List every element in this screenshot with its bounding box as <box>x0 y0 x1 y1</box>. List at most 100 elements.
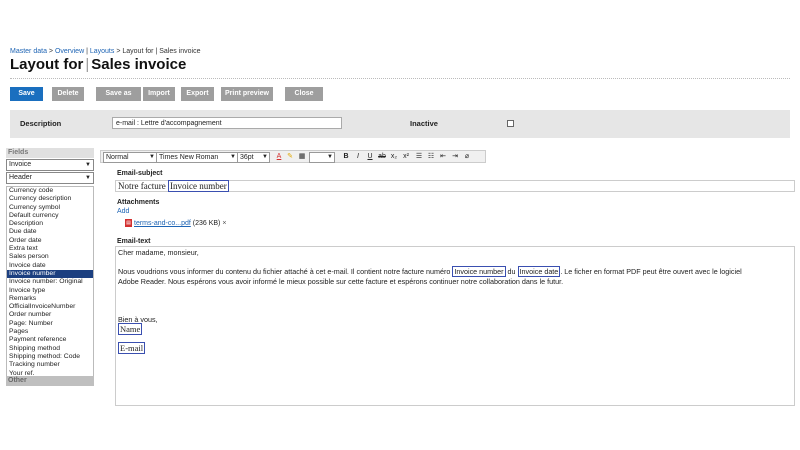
print-preview-button[interactable]: Print preview <box>221 87 273 101</box>
field-list-item[interactable]: Order date <box>7 237 93 245</box>
import-button[interactable]: Import <box>143 87 175 101</box>
field-list-item[interactable]: Invoice type <box>7 287 93 295</box>
breadcrumb-layouts[interactable]: Layouts <box>90 48 115 55</box>
underline-icon[interactable]: U <box>365 152 375 161</box>
numbered-list-icon[interactable]: ☷ <box>426 152 436 161</box>
placeholder-name[interactable]: Name <box>118 323 143 335</box>
export-button[interactable]: Export <box>181 87 214 101</box>
greeting-line: Cher madame, monsieur, <box>118 248 199 257</box>
save-button[interactable]: Save <box>10 87 43 101</box>
chevron-down-icon: ▼ <box>85 175 91 181</box>
field-list-item[interactable]: OfficialInvoiceNumber <box>7 303 93 311</box>
close-button[interactable]: Close <box>285 87 323 101</box>
bulleted-list-icon[interactable]: ☰ <box>414 152 424 161</box>
paragraph-text-a: Nous voudrions vous informer du contenu … <box>118 267 451 276</box>
description-bar: Description e-mail : Lettre d'accompagne… <box>10 110 790 138</box>
clear-format-icon[interactable]: ⌀ <box>462 152 472 161</box>
paragraph-text-b: du <box>507 267 516 276</box>
field-list-item[interactable]: Extra text <box>7 245 93 253</box>
breadcrumb-master-data[interactable]: Master data <box>10 48 47 55</box>
chevron-down-icon: ▼ <box>262 154 268 160</box>
font-select[interactable]: Times New Roman ▼ <box>156 152 238 163</box>
attachment-size: (236 KB) <box>192 219 221 227</box>
breadcrumb: Master data > Overview | Layouts > Layou… <box>10 48 201 55</box>
fields-list: Currency code Currency description Currenc… <box>6 186 94 379</box>
outdent-icon[interactable]: ⇤ <box>438 152 448 161</box>
table-icon[interactable]: ▦ <box>297 152 307 161</box>
font-select-value: Times New Roman <box>159 154 219 161</box>
field-list-item[interactable]: Payment reference <box>7 336 93 344</box>
field-list-item[interactable]: Default currency <box>7 212 93 220</box>
field-list-item[interactable]: Invoice number: Original <box>7 278 93 286</box>
chevron-down-icon: ▼ <box>149 154 155 160</box>
bold-icon[interactable]: B <box>341 152 351 161</box>
breadcrumb-current: Layout for | Sales invoice <box>122 48 201 55</box>
page-title: Layout for | Sales invoice <box>10 56 187 73</box>
subscript-icon[interactable]: x₂ <box>389 152 399 161</box>
font-color-icon[interactable]: A <box>274 152 284 161</box>
placeholder-name-line: Name <box>118 323 143 335</box>
field-list-item[interactable]: Shipping method: Code <box>7 353 93 361</box>
save-as-button[interactable]: Save as <box>96 87 141 101</box>
attachment-file-link[interactable]: terms-and-co...pdf <box>134 220 191 227</box>
add-attachment-link[interactable]: Add <box>117 208 129 215</box>
paragraph-line-2: Adobe Reader. Nous espérons vous avoir i… <box>118 277 564 286</box>
email-text-editor[interactable]: Cher madame, monsieur, Nous voudrions vo… <box>115 246 795 406</box>
placeholder-invoice-number[interactable]: Invoice number <box>167 180 229 192</box>
placeholder-invoice-number-body[interactable]: Invoice number <box>452 266 506 277</box>
fields-category-value: Invoice <box>9 161 32 168</box>
attachment-item: ▤ terms-and-co...pdf (236 KB) × <box>125 219 226 227</box>
strikethrough-icon[interactable]: ab <box>377 152 387 161</box>
chevron-down-icon: ▼ <box>230 154 236 160</box>
field-list-item[interactable]: Pages <box>7 328 93 336</box>
field-list-item[interactable]: Tracking number <box>7 361 93 369</box>
field-list-item[interactable]: Currency description <box>7 195 93 203</box>
placeholder-email[interactable]: E-mail <box>118 342 146 354</box>
highlight-icon[interactable]: ✎ <box>285 152 295 161</box>
style-select-value: Normal <box>106 154 129 161</box>
field-list-item[interactable]: Sales person <box>7 253 93 261</box>
email-subject-text: Notre facture <box>118 181 166 191</box>
size-select[interactable]: 36pt ▼ <box>237 152 270 163</box>
field-list-item[interactable]: Shipping method <box>7 345 93 353</box>
other-heading[interactable]: Other <box>6 376 94 386</box>
size-select-value: 36pt <box>240 154 254 161</box>
field-list-item[interactable]: Page: Number <box>7 320 93 328</box>
paragraph-text-c: . Le ficher en format PDF peut être ouve… <box>560 267 742 276</box>
editor-toolbar: Normal ▼ Times New Roman ▼ 36pt ▼ A ✎ ▦ ▼ B… <box>100 150 486 163</box>
style-select[interactable]: Normal ▼ <box>103 152 157 163</box>
page-title-prefix: Layout for <box>10 56 84 73</box>
field-list-item[interactable]: Currency symbol <box>7 204 93 212</box>
attachments-label: Attachments <box>117 199 160 206</box>
delete-button[interactable]: Delete <box>52 87 84 101</box>
inactive-label: Inactive <box>410 119 438 128</box>
field-list-item[interactable]: Remarks <box>7 295 93 303</box>
email-subject-label: Email-subject <box>117 170 163 177</box>
indent-icon[interactable]: ⇥ <box>450 152 460 161</box>
field-list-item[interactable]: Invoice number <box>7 269 93 279</box>
fields-panel: Fields Invoice ▼ Header ▼ Currency code Cur… <box>6 148 94 388</box>
field-list-item[interactable]: Invoice date <box>7 262 93 270</box>
placeholder-email-line: E-mail <box>118 342 146 354</box>
field-list-item[interactable]: Description <box>7 220 93 228</box>
placeholder-invoice-date[interactable]: Invoice date <box>517 266 561 277</box>
email-text-label: Email-text <box>117 238 151 245</box>
description-input[interactable]: e-mail : Lettre d'accompagnement <box>112 117 342 129</box>
email-subject-input[interactable]: Notre facture Invoice number <box>115 180 795 192</box>
fields-heading: Fields <box>6 148 94 158</box>
fields-section-select[interactable]: Header ▼ <box>6 172 94 184</box>
field-list-item[interactable]: Currency code <box>7 187 93 195</box>
superscript-icon[interactable]: x² <box>401 152 411 161</box>
breadcrumb-overview[interactable]: Overview <box>55 48 84 55</box>
fields-category-select[interactable]: Invoice ▼ <box>6 159 94 171</box>
description-label: Description <box>20 119 62 128</box>
fields-section-value: Header <box>9 174 32 181</box>
field-list-item[interactable]: Due date <box>7 228 93 236</box>
inactive-checkbox[interactable] <box>507 120 514 127</box>
chevron-down-icon: ▼ <box>85 162 91 168</box>
insert-dropdown[interactable]: ▼ <box>309 152 335 163</box>
italic-icon[interactable]: I <box>353 152 363 161</box>
remove-attachment-icon[interactable]: × <box>222 220 226 227</box>
field-list-item[interactable]: Order number <box>7 311 93 319</box>
page-title-name: Sales invoice <box>91 56 187 73</box>
